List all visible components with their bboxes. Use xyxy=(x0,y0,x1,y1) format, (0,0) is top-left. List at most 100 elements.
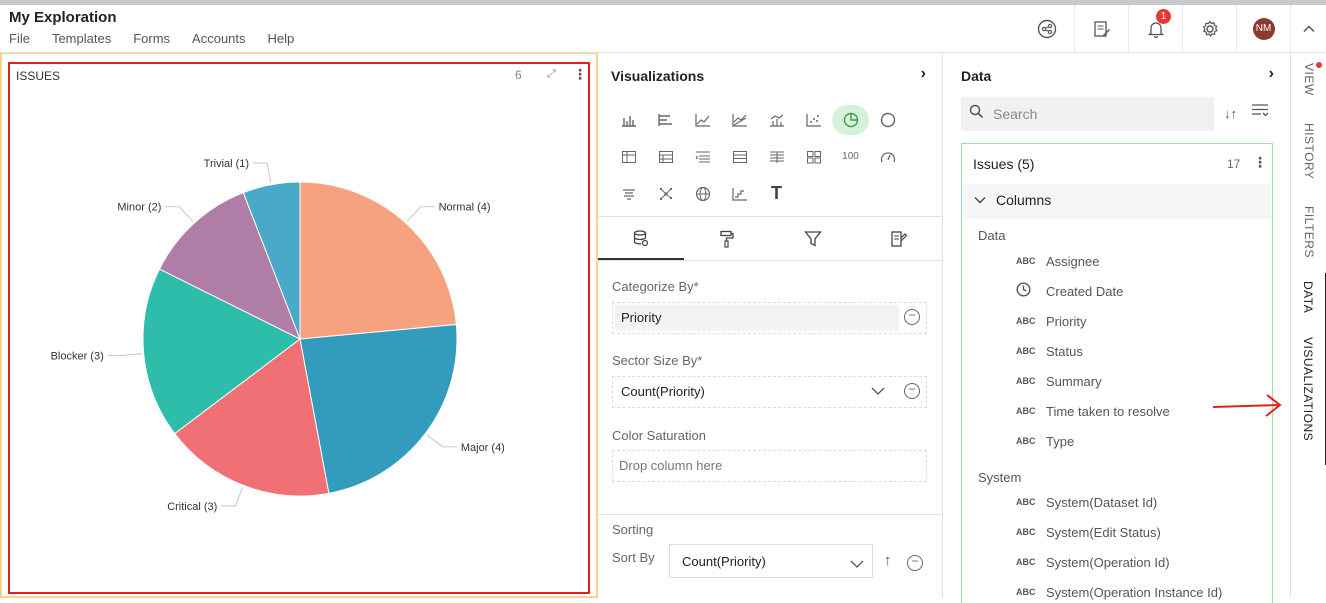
chart-title: ISSUES xyxy=(16,69,61,83)
expand-icon[interactable]: ⤢ xyxy=(547,68,556,81)
column-name: Summary xyxy=(1046,373,1102,389)
collapse-header-button[interactable] xyxy=(1290,5,1326,52)
column-name: Status xyxy=(1046,343,1083,359)
categorize-by-dropzone[interactable]: Priority − xyxy=(612,302,927,334)
column-item[interactable]: Created Date xyxy=(1016,281,1123,301)
list-options-icon[interactable] xyxy=(1251,103,1269,121)
pie-chart-icon[interactable] xyxy=(832,104,869,135)
pivot-icon[interactable] xyxy=(610,142,647,172)
combo-chart-icon[interactable] xyxy=(758,105,795,135)
app-title: My Exploration xyxy=(9,9,117,26)
text-icon[interactable]: T xyxy=(758,179,795,209)
chevron-right-icon[interactable]: › xyxy=(921,65,926,83)
share-button[interactable] xyxy=(1020,5,1074,52)
pie-label-leader xyxy=(165,206,194,222)
sheet-icon[interactable] xyxy=(758,142,795,172)
column-name: Assignee xyxy=(1046,253,1100,269)
column-name: System(Operation Instance Id) xyxy=(1046,584,1223,600)
side-tab-view[interactable]: VIEW xyxy=(1291,63,1326,103)
chevron-right-icon[interactable]: › xyxy=(1269,65,1274,83)
visualizations-panel: Visualizations › 100 T Categorize By* Pr… xyxy=(598,53,943,598)
menu-file[interactable]: File xyxy=(9,31,30,46)
column-item[interactable]: ABC Priority xyxy=(1016,311,1086,331)
scatter-chart-icon[interactable] xyxy=(795,105,832,135)
sort-ascending-icon[interactable]: ↑ xyxy=(884,552,892,569)
menu-templates[interactable]: Templates xyxy=(52,31,111,46)
network-icon[interactable] xyxy=(647,179,684,209)
search-input[interactable]: Search xyxy=(961,97,1214,131)
visualizations-title: Visualizations xyxy=(611,68,705,84)
chevron-up-icon xyxy=(1302,24,1315,32)
remove-categorize-icon[interactable]: − xyxy=(904,309,920,325)
cards-icon[interactable] xyxy=(795,142,832,172)
step-chart-icon[interactable] xyxy=(721,179,758,209)
column-item[interactable]: ABC Status xyxy=(1016,341,1083,361)
columns-group-header[interactable]: Columns xyxy=(963,184,1271,219)
column-item[interactable]: ABC System(Edit Status) xyxy=(1016,522,1161,542)
pie-slice-normal[interactable] xyxy=(299,181,457,340)
remove-sector-size-icon[interactable]: − xyxy=(904,383,920,399)
tab-filter[interactable] xyxy=(770,217,856,260)
dataset-card: Issues (5) 17 ⋮ Columns Data ABC Assignee… xyxy=(961,143,1273,603)
dataset-column-count: 17 xyxy=(1227,157,1241,171)
table-icon[interactable] xyxy=(647,142,684,172)
conditional-format-icon xyxy=(891,230,908,247)
tab-format[interactable] xyxy=(684,217,770,260)
search-placeholder: Search xyxy=(993,106,1038,122)
tab-data[interactable] xyxy=(598,217,684,260)
globe-icon[interactable] xyxy=(684,179,721,209)
funnel-icon[interactable] xyxy=(610,179,647,209)
column-item[interactable]: ABC Time taken to resolve xyxy=(1016,401,1170,421)
column-item[interactable]: ABC Summary xyxy=(1016,371,1102,391)
text-type-icon: ABC xyxy=(1016,497,1036,507)
divider xyxy=(598,514,942,515)
menu-help[interactable]: Help xyxy=(268,31,295,46)
column-item[interactable]: ABC System(Dataset Id) xyxy=(1016,492,1157,512)
data-group-label: Data xyxy=(978,228,1006,243)
categorize-by-label: Categorize By* xyxy=(612,279,699,294)
area-chart-icon[interactable] xyxy=(721,105,758,135)
side-tab-data[interactable]: DATA xyxy=(1291,273,1326,329)
system-group-label: System xyxy=(978,470,1022,485)
pie-label-minor: Minor (2) xyxy=(117,202,161,214)
settings-button[interactable] xyxy=(1182,5,1236,52)
side-tab-filters[interactable]: FILTERS xyxy=(1291,206,1326,261)
color-saturation-dropzone[interactable]: Drop column here xyxy=(612,450,927,482)
pie-label-leader xyxy=(426,434,457,448)
column-item[interactable]: ABC System(Operation Id) xyxy=(1016,552,1170,572)
notifications-button[interactable]: 1 xyxy=(1128,5,1182,52)
menu-forms[interactable]: Forms xyxy=(133,31,170,46)
column-item[interactable]: ABC Type xyxy=(1016,431,1074,451)
categorize-by-field[interactable]: Priority xyxy=(615,305,899,331)
sector-size-dropzone[interactable]: Count(Priority) − xyxy=(612,376,927,408)
notification-badge: 1 xyxy=(1156,9,1171,24)
remove-sort-icon[interactable]: − xyxy=(907,555,923,571)
column-name: Created Date xyxy=(1046,283,1124,299)
gauge-icon[interactable] xyxy=(869,142,906,172)
chevron-down-icon[interactable] xyxy=(871,385,885,399)
column-item[interactable]: ABC System(Operation Instance Id) xyxy=(1016,582,1222,602)
tab-conditional-format[interactable] xyxy=(856,217,942,260)
side-tab-visualizations[interactable]: VISUALIZATIONS xyxy=(1291,329,1326,465)
sort-by-select[interactable]: Count(Priority) xyxy=(669,544,873,578)
sector-size-field[interactable]: Count(Priority) xyxy=(615,379,899,405)
kpi-icon[interactable]: 100 xyxy=(832,142,869,172)
bar-chart-icon[interactable] xyxy=(610,105,647,135)
sort-icon[interactable]: ↓↑ xyxy=(1224,106,1237,121)
dataset-more-icon[interactable]: ⋮ xyxy=(1253,154,1267,171)
user-menu-button[interactable]: NM xyxy=(1236,5,1290,52)
grid-icon[interactable] xyxy=(684,142,721,172)
chevron-down-icon[interactable] xyxy=(850,558,864,572)
line-chart-icon[interactable] xyxy=(684,105,721,135)
horizontal-bar-icon[interactable] xyxy=(647,105,684,135)
menu-accounts[interactable]: Accounts xyxy=(192,31,245,46)
side-tab-history[interactable]: HISTORY xyxy=(1291,123,1326,183)
doughnut-chart-icon[interactable] xyxy=(869,105,906,135)
list-icon[interactable] xyxy=(721,142,758,172)
dataset-title[interactable]: Issues (5) xyxy=(973,156,1034,172)
column-item[interactable]: ABC Assignee xyxy=(1016,251,1099,271)
more-options-icon[interactable]: ⋮ xyxy=(573,66,587,83)
column-name: Priority xyxy=(1046,313,1087,329)
columns-label: Columns xyxy=(996,192,1052,208)
edit-notes-button[interactable] xyxy=(1074,5,1128,52)
